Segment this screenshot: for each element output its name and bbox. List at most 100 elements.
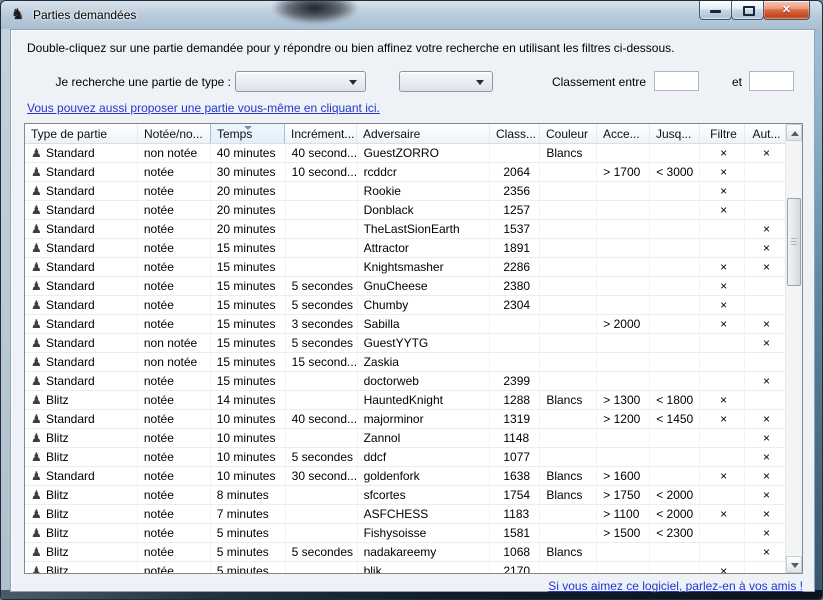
cell-inc [286,429,358,447]
column-header-label: Acce... [603,127,640,141]
game-row[interactable]: ♟Standardnotée15 minutes5 secondesChumby… [25,296,785,315]
cell-acce [597,220,650,238]
game-row[interactable]: ♟Blitznotée5 minutesFishysoisse1581> 150… [25,524,785,543]
cell-aut [745,163,785,181]
column-header-label: Class... [496,127,536,141]
cell-acce [597,239,650,257]
cell-inc [286,372,358,390]
game-row[interactable]: ♟Standardnotée20 minutesTheLastSionEarth… [25,220,785,239]
game-row[interactable]: ♟Standardnon notée40 minutes40 second...… [25,144,785,163]
game-row[interactable]: ♟Standardnotée30 minutes10 second...rcdd… [25,163,785,182]
rating-range-label: Classement entre [471,75,646,89]
propose-game-link[interactable]: Vous pouvez aussi proposer une partie vo… [27,101,380,115]
caption-button-group: ✕ [700,1,810,20]
cell-inc [286,391,358,409]
game-row[interactable]: ♟Blitznotée10 minutes5 secondesddcf1077× [25,448,785,467]
game-row[interactable]: ♟Standardnotée15 minutes5 secondesGnuChe… [25,277,785,296]
cell-inc: 5 secondes [286,448,358,466]
cell-acce: > 1100 [597,505,650,523]
game-row[interactable]: ♟Blitznotée5 minutesblik2170× [25,562,785,573]
cell-adv: blik [358,562,491,573]
column-header-rated[interactable]: Notée/no... [138,124,211,143]
cell-inc: 40 second... [286,144,358,162]
game-row[interactable]: ♟Blitznotée5 minutes5 secondesnadakareem… [25,543,785,562]
cell-filtre [700,353,745,371]
cell-time: 10 minutes [211,410,286,428]
cell-aut [745,562,785,573]
cell-inc: 5 secondes [286,296,358,314]
scrollbar-thumb[interactable] [787,198,801,286]
cell-color: Blancs [540,144,597,162]
vertical-scrollbar[interactable] [785,124,802,573]
cell-class: 1183 [490,505,540,523]
column-header-type[interactable]: Type de partie [25,124,138,143]
cell-adv: goldenfork [358,467,491,485]
game-row[interactable]: ♟Standardnon notée15 minutes5 secondesGu… [25,334,785,353]
game-row[interactable]: ♟Blitznotée8 minutessfcortes1754Blancs> … [25,486,785,505]
minimize-button[interactable] [699,1,732,20]
cell-jusq: < 2000 [650,505,700,523]
window-title: Parties demandées [33,8,136,22]
cell-filtre: × [700,258,745,276]
column-header-class[interactable]: Class... [490,124,540,143]
title-bar[interactable]: ♞ Parties demandées ✕ [1,1,822,29]
cell-inc: 30 second... [286,467,358,485]
cell-aut: × [745,239,785,257]
game-type-text: Standard [46,241,95,255]
cell-filtre: × [700,296,745,314]
game-row[interactable]: ♟Standardnotée15 minutesKnightsmasher228… [25,258,785,277]
cell-jusq [650,277,700,295]
game-type-select[interactable] [235,71,366,92]
column-header-aut[interactable]: Aut... [745,124,785,143]
cell-color [540,182,597,200]
column-header-filtre[interactable]: Filtre [700,124,745,143]
share-with-friends-link[interactable]: Si vous aimez ce logiciel, parlez-en à v… [548,579,803,593]
wallpaper-glass-blob [273,0,357,23]
cell-aut: × [745,372,785,390]
rating-min-input[interactable] [654,71,699,91]
cell-inc: 40 second... [286,410,358,428]
scroll-up-button[interactable] [786,124,802,141]
game-row[interactable]: ♟Blitznotée7 minutesASFCHESS1183> 1100< … [25,505,785,524]
cell-time: 8 minutes [211,486,286,504]
arrow-up-icon [791,131,799,136]
column-header-color[interactable]: Couleur [540,124,597,143]
cell-aut [745,391,785,409]
rating-max-input[interactable] [749,71,794,91]
column-header-inc[interactable]: Incrément... [285,124,357,143]
cell-color [540,315,597,333]
scroll-down-button[interactable] [786,556,802,573]
column-header-jusq[interactable]: Jusq... [650,124,700,143]
game-type-text: Standard [46,317,95,331]
cell-inc [286,239,358,257]
cell-jusq [650,201,700,219]
cell-time: 15 minutes [211,315,286,333]
chess-pawn-icon: ♟ [31,220,46,238]
column-header-acce[interactable]: Acce... [597,124,650,143]
cell-filtre: × [700,182,745,200]
game-row[interactable]: ♟Standardnotée15 minutesAttractor1891× [25,239,785,258]
game-row[interactable]: ♟Standardnotée10 minutes40 second...majo… [25,410,785,429]
cell-class: 1319 [490,410,540,428]
cell-jusq [650,353,700,371]
cell-acce: > 2000 [597,315,650,333]
column-header-label: Adversaire [363,127,420,141]
cell-color [540,505,597,523]
game-row[interactable]: ♟Standardnotée15 minutes3 secondesSabill… [25,315,785,334]
cell-adv: nadakareemy [358,543,491,561]
game-row[interactable]: ♟Standardnotée15 minutesdoctorweb2399× [25,372,785,391]
game-row[interactable]: ♟Standardnotée10 minutes30 second...gold… [25,467,785,486]
cell-type: ♟Standard [25,334,138,352]
game-row[interactable]: ♟Blitznotée14 minutesHauntedKnight1288Bl… [25,391,785,410]
cell-acce [597,277,650,295]
cell-adv: Attractor [358,239,491,257]
maximize-button[interactable] [731,1,764,20]
close-button[interactable]: ✕ [763,1,810,20]
game-row[interactable]: ♟Standardnon notée15 minutes15 second...… [25,353,785,372]
game-row[interactable]: ♟Blitznotée10 minutesZannol1148× [25,429,785,448]
column-header-time[interactable]: Temps [210,124,285,143]
cell-color [540,372,597,390]
game-row[interactable]: ♟Standardnotée20 minutesRookie2356× [25,182,785,201]
game-row[interactable]: ♟Standardnotée20 minutesDonblack1257× [25,201,785,220]
column-header-adv[interactable]: Adversaire [357,124,490,143]
